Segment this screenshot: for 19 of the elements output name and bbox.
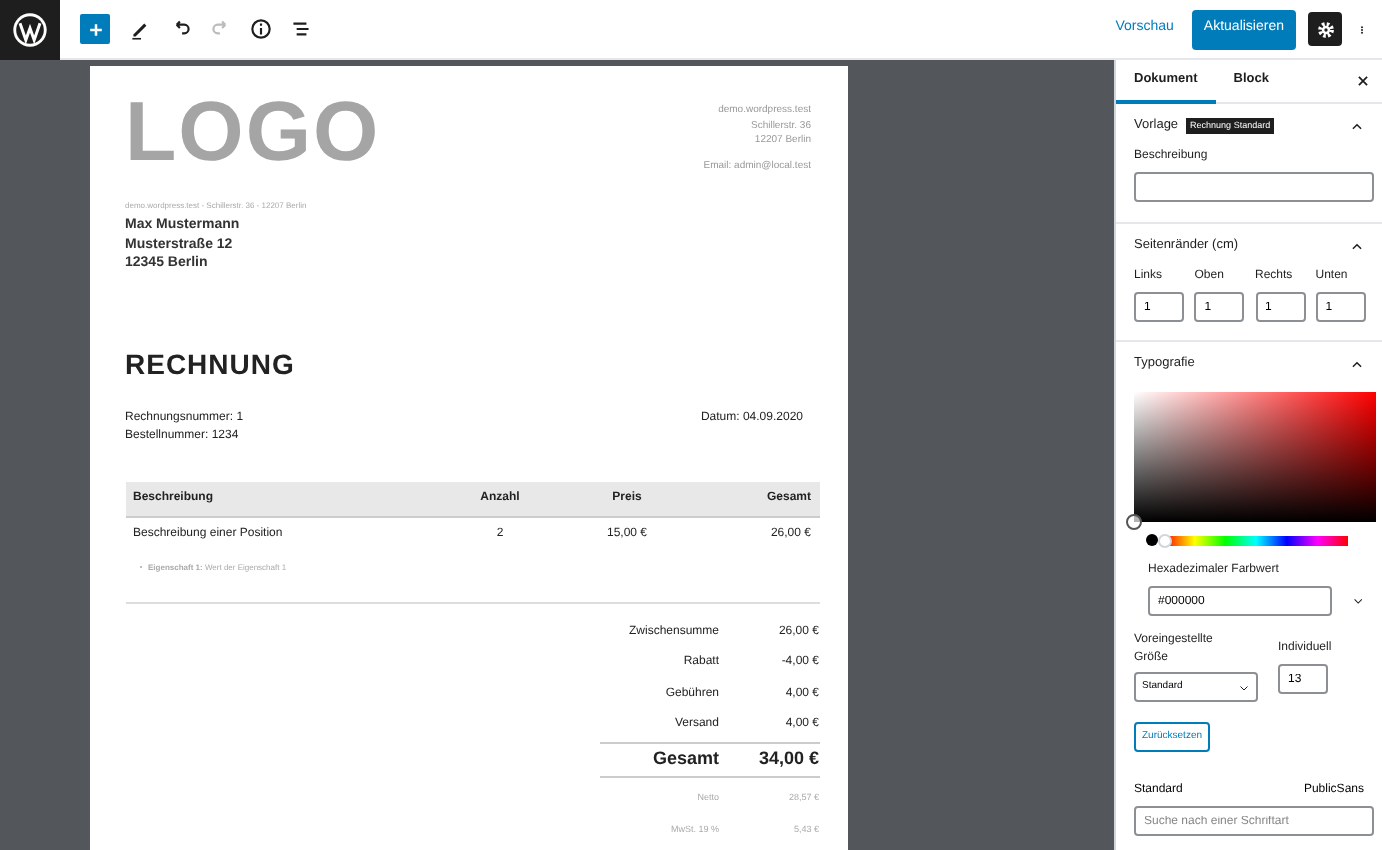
- settings-icon[interactable]: [1315, 19, 1335, 39]
- chevron-up-icon[interactable]: [1350, 357, 1364, 371]
- total-label: Gesamt: [650, 745, 719, 772]
- color-swatch: [1146, 534, 1158, 546]
- total-value: 34,00 €: [756, 745, 819, 772]
- info-icon[interactable]: [248, 16, 274, 42]
- picker-handle[interactable]: [1126, 514, 1142, 530]
- logo-text: LOGO: [125, 98, 381, 174]
- chevron-up-icon[interactable]: [1350, 119, 1364, 133]
- settings-button[interactable]: [1308, 12, 1342, 46]
- close-icon[interactable]: [1356, 74, 1370, 88]
- chevron-down-icon[interactable]: [1238, 681, 1250, 693]
- wordpress-logo-icon[interactable]: [10, 9, 50, 49]
- slider-thumb[interactable]: [1158, 533, 1172, 547]
- hue-slider[interactable]: [1164, 535, 1348, 545]
- chevron-down-icon[interactable]: [1351, 594, 1364, 608]
- input-field[interactable]: [1134, 172, 1374, 202]
- invoice-title: RECHNUNG: [125, 345, 297, 383]
- chevron-up-icon[interactable]: [1350, 239, 1364, 253]
